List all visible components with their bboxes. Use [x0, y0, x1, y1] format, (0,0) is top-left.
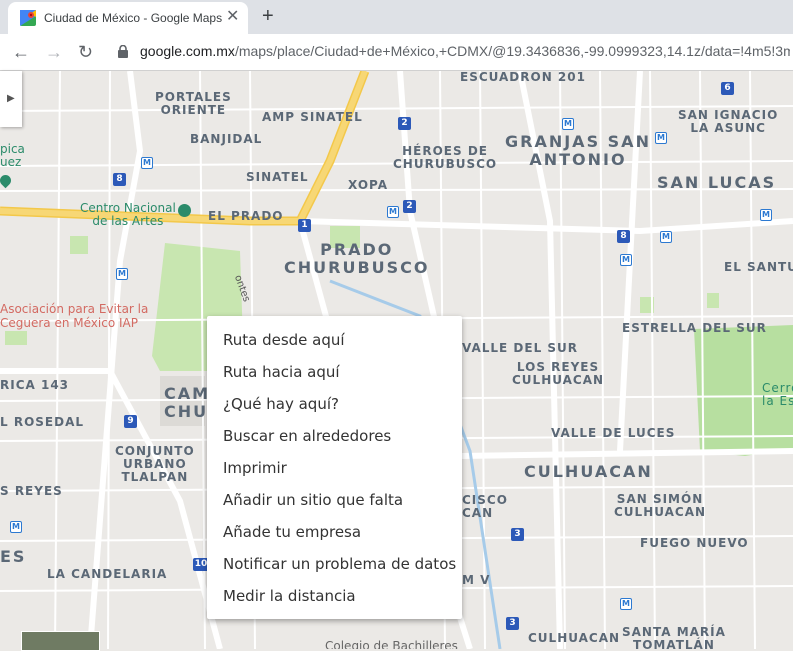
- side-panel-toggle[interactable]: ▶: [0, 71, 22, 127]
- map-label-cisco: CISCO CAN: [462, 493, 508, 520]
- metro-station-icon[interactable]: M: [141, 157, 153, 169]
- museum-icon[interactable]: [178, 204, 191, 217]
- chevron-right-icon: ▶: [7, 93, 15, 104]
- map-label-rosedal: L ROSEDAL: [0, 415, 84, 429]
- menu-item-print[interactable]: Imprimir: [223, 459, 287, 477]
- map-label-culhuacan: CULHUACAN: [524, 462, 653, 481]
- address-bar[interactable]: google.com.mx/maps/place/Ciudad+de+Méxic…: [140, 43, 790, 59]
- map-label-conjunto: CONJUNTO URBANO TLALPAN: [115, 444, 195, 484]
- menu-item-whats-here[interactable]: ¿Qué hay aquí?: [223, 395, 339, 413]
- google-maps-favicon: [20, 10, 36, 26]
- map-label-culhuacan-2: CULHUACAN: [528, 631, 621, 645]
- browser-tab-strip: Ciudad de México - Google Maps ✕ +: [0, 0, 793, 34]
- url-host: google.com.mx: [140, 43, 235, 59]
- menu-item-add-missing-place[interactable]: Añadir un sitio que falta: [223, 491, 403, 509]
- lock-icon: [118, 45, 128, 58]
- map-label-san-lucas: SAN LUCAS: [657, 173, 777, 192]
- url-path: /maps/place/Ciudad+de+México,+CDMX/@19.3…: [234, 43, 790, 59]
- browser-tab[interactable]: Ciudad de México - Google Maps ✕: [8, 2, 248, 34]
- map-label-rica: RICA 143: [0, 378, 70, 392]
- arrow-right-icon[interactable]: →: [45, 40, 63, 64]
- tab-title: Ciudad de México - Google Maps: [44, 11, 223, 25]
- metro-station-icon[interactable]: M: [620, 598, 632, 610]
- metro-station-icon[interactable]: M: [655, 132, 667, 144]
- map-label-cerro: Cerro la Est: [762, 381, 793, 408]
- metro-station-icon[interactable]: M: [562, 118, 574, 130]
- arrow-left-icon[interactable]: ←: [12, 40, 30, 64]
- map-label-estrella: ESTRELLA DEL SUR: [622, 321, 767, 335]
- map-label-escuadron: ESCUADRON 201: [460, 71, 586, 84]
- metro-station-icon[interactable]: M: [10, 521, 22, 533]
- map-context-menu: Ruta desde aquí Ruta hacia aquí ¿Qué hay…: [207, 316, 462, 619]
- map-label-san-simon: SAN SIMÓN CULHUACAN: [614, 492, 707, 519]
- menu-item-report-data-problem[interactable]: Notificar un problema de datos: [223, 555, 456, 573]
- plus-icon[interactable]: +: [262, 5, 274, 27]
- map-label-pica: pica uez: [0, 142, 25, 169]
- metro-station-icon[interactable]: M: [620, 254, 632, 266]
- reload-icon[interactable]: ↻: [78, 40, 93, 64]
- route-pin[interactable]: 2: [398, 117, 411, 130]
- route-pin[interactable]: 6: [721, 82, 734, 95]
- map-label-el-santu: EL SANTU: [724, 260, 793, 274]
- map-label-san-ignacio: SAN IGNACIO LA ASUNC: [678, 108, 779, 135]
- map-label-portales-oriente: PORTALES ORIENTE: [155, 90, 232, 117]
- route-pin[interactable]: 3: [506, 617, 519, 630]
- menu-item-measure-distance[interactable]: Medir la distancia: [223, 587, 356, 605]
- map-label-valle-luces: VALLE DE LUCES: [551, 426, 676, 440]
- map-label-colegio: Colegio de Bachilleres: [325, 639, 458, 650]
- route-pin[interactable]: 8: [113, 173, 126, 186]
- map-label-amp-sinatel: AMP SINATEL: [262, 110, 363, 124]
- map-label-valle-sur: VALLE DEL SUR: [462, 341, 579, 355]
- street-view-thumbnail[interactable]: [21, 631, 100, 651]
- map-label-prado-churubusco: PRADO CHURUBUSCO: [284, 240, 430, 277]
- menu-item-directions-from[interactable]: Ruta desde aquí: [223, 331, 345, 349]
- menu-item-search-nearby[interactable]: Buscar en alrededores: [223, 427, 391, 445]
- map-label-granjas: GRANJAS SAN ANTONIO: [505, 132, 651, 169]
- route-pin[interactable]: 9: [124, 415, 137, 428]
- map-label-banjidal: BANJIDAL: [190, 132, 263, 146]
- route-pin[interactable]: 8: [617, 230, 630, 243]
- menu-item-add-business[interactable]: Añade tu empresa: [223, 523, 361, 541]
- browser-toolbar: ← → ↻ google.com.mx/maps/place/Ciudad+de…: [0, 34, 793, 71]
- route-pin[interactable]: 3: [511, 528, 524, 541]
- map-label-heroes: HÉROES DE CHURUBUSCO: [393, 144, 498, 171]
- metro-station-icon[interactable]: M: [760, 209, 772, 221]
- map-label-centro-artes: Centro Nacional de las Artes: [80, 201, 176, 228]
- map-label-cam: CAM CHU: [164, 384, 211, 421]
- metro-station-icon[interactable]: M: [660, 231, 672, 243]
- metro-station-icon[interactable]: M: [387, 206, 399, 218]
- metro-station-icon[interactable]: M: [116, 268, 128, 280]
- map-label-el-prado: EL PRADO: [208, 209, 284, 223]
- map-label-mv: M V: [462, 573, 491, 587]
- map-label-sinatel: SINATEL: [246, 170, 309, 184]
- menu-item-directions-to[interactable]: Ruta hacia aquí: [223, 363, 340, 381]
- map-label-los-reyes-culhuacan: LOS REYES CULHUACAN: [512, 360, 605, 387]
- route-pin[interactable]: 1: [298, 219, 311, 232]
- map-label-xopa: XOPA: [348, 178, 389, 192]
- map-label-asociacion: Asociación para Evitar la Ceguera en Méx…: [0, 302, 149, 330]
- map-label-s-reyes: S REYES: [0, 484, 63, 498]
- map-label-fuego-nuevo: FUEGO NUEVO: [640, 536, 749, 550]
- map-label-es: ES: [0, 547, 27, 566]
- route-pin[interactable]: 2: [403, 200, 416, 213]
- map-label-la-candelaria: LA CANDELARIA: [47, 567, 168, 581]
- close-icon[interactable]: ✕: [226, 9, 239, 25]
- map-label-santa-maria: SANTA MARÍA TOMATLÁN: [622, 625, 726, 650]
